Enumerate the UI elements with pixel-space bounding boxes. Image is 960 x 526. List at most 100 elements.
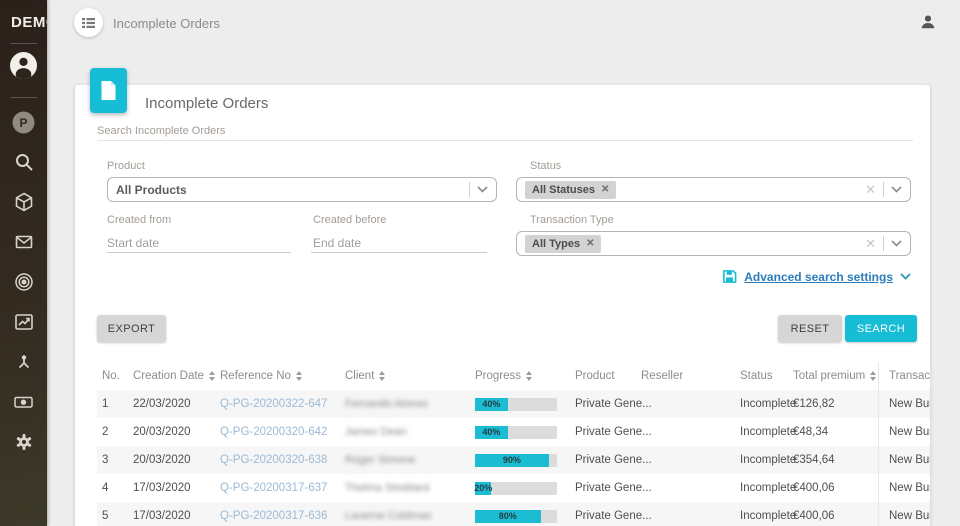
sort-icon[interactable]: [870, 371, 876, 381]
menu-button[interactable]: [74, 8, 103, 37]
cell-progress: 20%: [475, 474, 575, 502]
reference-link[interactable]: Q-PG-20200320-638: [220, 454, 327, 466]
start-date-input[interactable]: Start date: [107, 236, 159, 250]
sidebar-item-mail[interactable]: [0, 222, 47, 262]
sort-icon[interactable]: [379, 371, 385, 381]
client-name: Laverne Coldman: [345, 510, 432, 522]
sort-icon[interactable]: [296, 371, 302, 381]
table-row[interactable]: 122/03/2020Q-PG-20200322-647Fernando Alo…: [97, 390, 930, 418]
progress-bar: 80%: [475, 510, 557, 523]
chip-remove-icon[interactable]: ✕: [586, 239, 594, 249]
sidebar-item-search[interactable]: [0, 142, 47, 182]
cell-no: 4: [97, 474, 133, 502]
cell-client: Laverne Coldman: [345, 502, 475, 526]
cell-date: 22/03/2020: [133, 390, 220, 418]
chevron-down-icon[interactable]: [891, 186, 902, 193]
reference-link[interactable]: Q-PG-20200317-636: [220, 510, 327, 522]
advanced-search-link[interactable]: Advanced search settings: [744, 270, 893, 284]
table-row[interactable]: 220/03/2020Q-PG-20200320-642James Dean40…: [97, 418, 930, 446]
svg-text:P: P: [19, 116, 27, 130]
created-before-label: Created before: [313, 214, 386, 226]
sidebar-item-account[interactable]: [0, 45, 47, 85]
status-chip[interactable]: All Statuses ✕: [525, 181, 616, 199]
cell-reseller: [641, 446, 740, 474]
sidebar-divider: [10, 97, 37, 98]
account-icon: [10, 52, 37, 79]
clear-icon[interactable]: ✕: [865, 237, 876, 250]
column-header-status: Status: [740, 362, 793, 390]
transaction-type-label: Transaction Type: [530, 214, 614, 226]
product-select[interactable]: All Products: [107, 177, 497, 202]
cell-date: 20/03/2020: [133, 418, 220, 446]
sidebar-item-p[interactable]: P: [0, 102, 47, 142]
advanced-search-settings[interactable]: Advanced search settings: [722, 269, 911, 284]
chevron-down-icon[interactable]: [891, 240, 902, 247]
chevron-down-icon[interactable]: [477, 186, 488, 193]
sort-icon[interactable]: [526, 371, 532, 381]
reference-link[interactable]: Q-PG-20200317-637: [220, 482, 327, 494]
column-header-premium[interactable]: Total premium: [793, 362, 879, 390]
cell-product: Private Gene...: [575, 502, 641, 526]
user-account-button[interactable]: [920, 14, 938, 32]
client-name: Roger Simone: [345, 454, 415, 466]
table-row[interactable]: 320/03/2020Q-PG-20200320-638Roger Simone…: [97, 446, 930, 474]
column-label: Total premium: [793, 370, 865, 382]
cell-reseller: [641, 418, 740, 446]
cell-transaction: New Business: [879, 390, 931, 418]
status-select[interactable]: All Statuses ✕ ✕: [516, 177, 911, 202]
mail-icon: [14, 232, 34, 252]
table-row[interactable]: 517/03/2020Q-PG-20200317-636Laverne Cold…: [97, 502, 930, 526]
cell-status: Incomplete: [740, 446, 793, 474]
column-header-ref[interactable]: Reference No: [220, 362, 345, 390]
end-date-underline: [311, 252, 487, 253]
column-label: No.: [102, 370, 120, 382]
cell-product: Private Gene...: [575, 418, 641, 446]
column-header-reseller: Reseller: [641, 362, 740, 390]
sidebar-item-reports[interactable]: [0, 302, 47, 342]
export-button[interactable]: EXPORT: [97, 315, 166, 342]
sidebar-item-settings[interactable]: [0, 422, 47, 462]
client-name: James Dean: [345, 426, 407, 438]
list-menu-icon: [82, 17, 95, 29]
select-separator: [469, 182, 470, 197]
column-label: Reseller: [641, 370, 683, 382]
search-button[interactable]: SEARCH: [845, 315, 917, 342]
cell-no: 5: [97, 502, 133, 526]
client-name: Thelma Stoddard: [345, 482, 429, 494]
sidebar-item-hierarchy[interactable]: [0, 342, 47, 382]
sidebar-item-target[interactable]: [0, 262, 47, 302]
cell-reseller: [641, 502, 740, 526]
transaction-type-select[interactable]: All Types ✕ ✕: [516, 231, 911, 256]
sidebar-item-products[interactable]: [0, 182, 47, 222]
reset-button[interactable]: RESET: [778, 315, 842, 342]
sidebar-item-payments[interactable]: [0, 382, 47, 422]
column-header-client[interactable]: Client: [345, 362, 475, 390]
column-label: Creation Date: [133, 370, 204, 382]
cell-client: Fernando Alonso: [345, 390, 475, 418]
progress-bar: 40%: [475, 398, 557, 411]
reference-link[interactable]: Q-PG-20200322-647: [220, 398, 327, 410]
search-section-label: Search Incomplete Orders: [97, 125, 225, 137]
cell-ref: Q-PG-20200317-637: [220, 474, 345, 502]
transaction-type-chip[interactable]: All Types ✕: [525, 235, 601, 253]
cell-transaction: New Business: [879, 502, 931, 526]
table-row[interactable]: 417/03/2020Q-PG-20200317-637Thelma Stodd…: [97, 474, 930, 502]
reference-link[interactable]: Q-PG-20200320-642: [220, 426, 327, 438]
cell-reseller: [641, 474, 740, 502]
column-header-product: Product: [575, 362, 641, 390]
column-header-date[interactable]: Creation Date: [133, 362, 220, 390]
cell-ref: Q-PG-20200320-642: [220, 418, 345, 446]
chip-remove-icon[interactable]: ✕: [601, 185, 609, 195]
chevron-down-icon[interactable]: [900, 273, 911, 280]
column-header-no: No.: [97, 362, 133, 390]
card-icon-badge: [90, 68, 127, 113]
cell-transaction: New Business: [879, 474, 931, 502]
cell-progress: 40%: [475, 418, 575, 446]
clear-icon[interactable]: ✕: [865, 183, 876, 196]
created-from-label: Created from: [107, 214, 171, 226]
money-icon: [13, 392, 34, 412]
end-date-input[interactable]: End date: [313, 236, 361, 250]
column-header-progress[interactable]: Progress: [475, 362, 575, 390]
column-header-transaction: Transaction: [879, 362, 931, 390]
sort-icon[interactable]: [209, 371, 215, 381]
